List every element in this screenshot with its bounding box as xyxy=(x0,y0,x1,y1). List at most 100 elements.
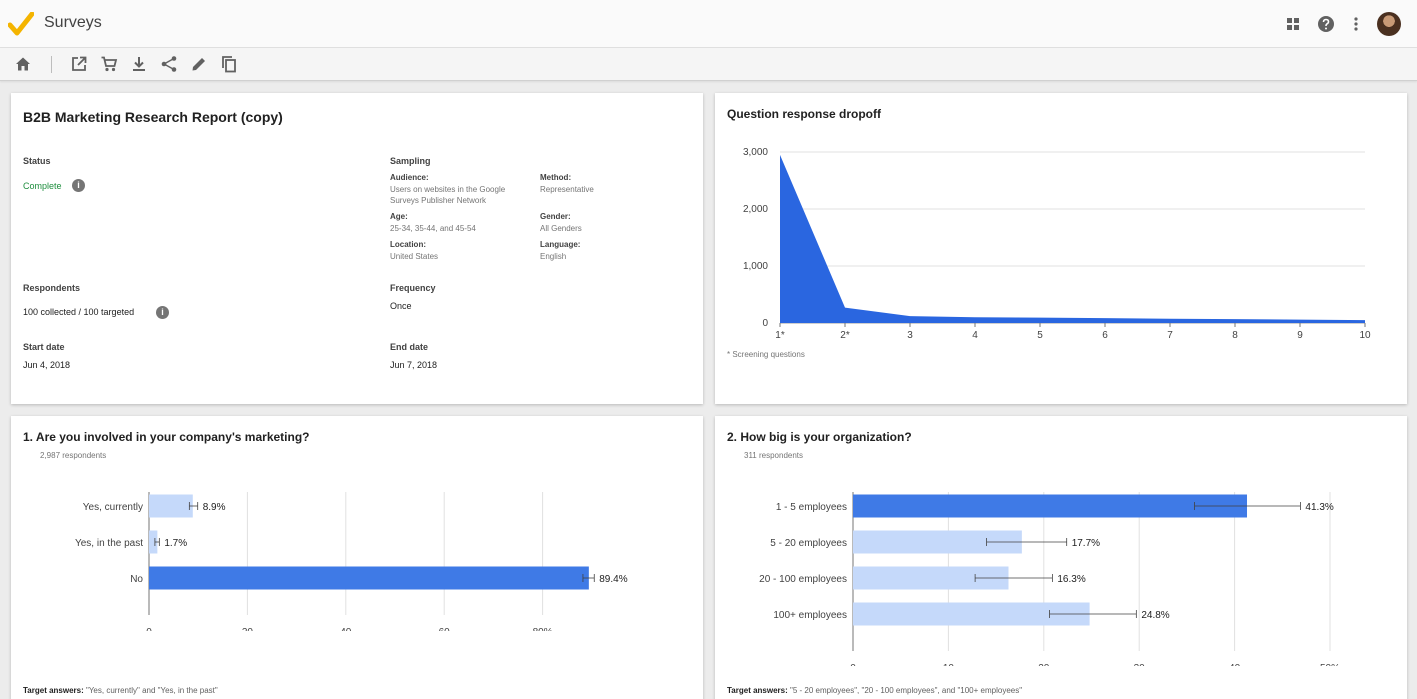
status-label: Status xyxy=(23,156,51,166)
y-tick-label: 2,000 xyxy=(743,204,768,215)
start-date-label: Start date xyxy=(23,342,65,352)
target-answers-label: Target answers: xyxy=(23,686,84,695)
dropoff-chart: 0 1,000 2,000 3,000 1* 2* 3 4 5 6 7 8 9 10 xyxy=(743,147,1371,341)
x-tick-label: 20 xyxy=(1038,663,1050,666)
x-tick-label: 80% xyxy=(533,627,553,631)
category-label: 100+ employees xyxy=(773,610,847,621)
cart-icon[interactable] xyxy=(100,55,118,73)
x-tick-label: 50% xyxy=(1320,663,1340,666)
download-icon[interactable] xyxy=(130,55,148,73)
x-tick-label: 6 xyxy=(1102,330,1108,341)
x-tick-label: 10 xyxy=(943,663,955,666)
toolbar-divider xyxy=(51,56,52,73)
category-label: 20 - 100 employees xyxy=(759,574,847,585)
x-tick-label: 0 xyxy=(146,627,152,631)
target-answers-value: "Yes, currently" and "Yes, in the past" xyxy=(83,686,218,695)
question-1-chart: 0 20 40 60 80% Yes, currently 8.9% Yes, in the … xyxy=(75,492,628,631)
avatar[interactable] xyxy=(1377,12,1401,36)
overview-card: B2B Marketing Research Report (copy) Sta… xyxy=(11,93,703,404)
app-title: Surveys xyxy=(44,14,102,31)
data-label: 89.4% xyxy=(599,574,627,585)
screening-footnote: * Screening questions xyxy=(727,350,805,359)
end-date-label: End date xyxy=(390,342,429,352)
apps-grid-icon[interactable] xyxy=(1283,14,1303,34)
bar xyxy=(853,494,1248,518)
respondents-info-icon[interactable]: i xyxy=(156,306,169,319)
x-tick-label: 8 xyxy=(1232,330,1238,341)
x-tick-label: 20 xyxy=(242,627,254,631)
target-answers-label: Target answers: xyxy=(727,686,788,695)
y-tick-label: 3,000 xyxy=(743,147,768,158)
frequency-value: Once xyxy=(390,301,412,311)
dropoff-card: Question response dropoff 0 1,000 2,000 3,0… xyxy=(715,93,1407,404)
x-tick-label: 5 xyxy=(1037,330,1043,341)
x-tick-label: 10 xyxy=(1359,330,1371,341)
x-tick-label: 9 xyxy=(1297,330,1303,341)
language-label: Language: xyxy=(540,240,581,249)
bar xyxy=(149,566,589,590)
audience-label: Audience: xyxy=(390,173,429,182)
sampling-label: Sampling xyxy=(390,156,431,166)
data-label: 8.9% xyxy=(203,502,226,513)
frequency-label: Frequency xyxy=(390,283,436,293)
open-in-new-icon[interactable] xyxy=(70,55,88,73)
copy-icon[interactable] xyxy=(220,55,238,73)
end-date-value: Jun 7, 2018 xyxy=(390,360,438,370)
gender-value: All Genders xyxy=(540,224,582,233)
respondents-label: Respondents xyxy=(23,283,81,293)
data-label: 1.7% xyxy=(164,538,187,549)
data-label: 24.8% xyxy=(1141,610,1169,621)
report-toolbar xyxy=(0,48,1417,81)
status-info-icon[interactable]: i xyxy=(72,179,85,192)
report-title: B2B Marketing Research Report (copy) xyxy=(23,109,283,125)
question-1-card: 1. Are you involved in your company's ma… xyxy=(11,416,703,699)
data-label: 17.7% xyxy=(1072,538,1100,549)
question-2-target-answers: Target answers: "5 - 20 employees", "20 … xyxy=(727,686,1022,695)
surveys-logo xyxy=(8,12,34,36)
x-tick-label: 2* xyxy=(840,330,850,341)
status-value: Complete xyxy=(23,181,62,191)
question-2-card: 2. How big is your organization? 311 res… xyxy=(715,416,1407,699)
x-tick-label: 7 xyxy=(1167,330,1173,341)
category-label: No xyxy=(130,574,143,585)
help-icon[interactable] xyxy=(1316,14,1336,34)
home-icon[interactable] xyxy=(14,55,32,73)
x-tick-label: 4 xyxy=(972,330,978,341)
dropoff-area xyxy=(780,154,1365,323)
category-label: 5 - 20 employees xyxy=(770,538,847,549)
app-header: Surveys xyxy=(0,0,1417,48)
x-tick-label: 40 xyxy=(340,627,352,631)
x-tick-label: 3 xyxy=(907,330,913,341)
language-value: English xyxy=(540,252,567,261)
x-tick-label: 0 xyxy=(850,663,856,666)
bar xyxy=(149,494,193,518)
method-label: Method: xyxy=(540,173,572,182)
age-label: Age: xyxy=(390,212,408,221)
x-tick-label: 60 xyxy=(439,627,451,631)
category-label: Yes, in the past xyxy=(75,538,143,549)
edit-icon[interactable] xyxy=(190,55,208,73)
question-2-chart: 0 10 20 30 40 50% 1 - 5 employees 41.3% 5 - 20 e… xyxy=(759,492,1340,666)
y-tick-label: 0 xyxy=(762,318,768,329)
start-date-value: Jun 4, 2018 xyxy=(23,360,71,370)
respondents-value: 100 collected / 100 targeted xyxy=(23,307,135,317)
target-answers-value: "5 - 20 employees", "20 - 100 employees"… xyxy=(787,686,1023,695)
x-tick-label: 40 xyxy=(1229,663,1241,666)
y-tick-label: 1,000 xyxy=(743,261,768,272)
share-icon[interactable] xyxy=(160,55,178,73)
location-value: United States xyxy=(390,252,439,261)
more-vert-icon[interactable] xyxy=(1346,14,1366,34)
age-value: 25-34, 35-44, and 45-54 xyxy=(390,224,476,233)
gender-label: Gender: xyxy=(540,212,571,221)
data-label: 41.3% xyxy=(1305,502,1333,513)
audience-value-line2: Surveys Publisher Network xyxy=(390,196,487,205)
x-tick-label: 1* xyxy=(775,330,785,341)
audience-value-line1: Users on websites in the Google xyxy=(390,185,506,194)
x-tick-label: 30 xyxy=(1134,663,1146,666)
category-label: Yes, currently xyxy=(83,502,143,513)
question-1-target-answers: Target answers: "Yes, currently" and "Ye… xyxy=(23,686,218,695)
category-label: 1 - 5 employees xyxy=(776,502,847,513)
method-value: Representative xyxy=(540,185,594,194)
data-label: 16.3% xyxy=(1057,574,1085,585)
location-label: Location: xyxy=(390,240,426,249)
